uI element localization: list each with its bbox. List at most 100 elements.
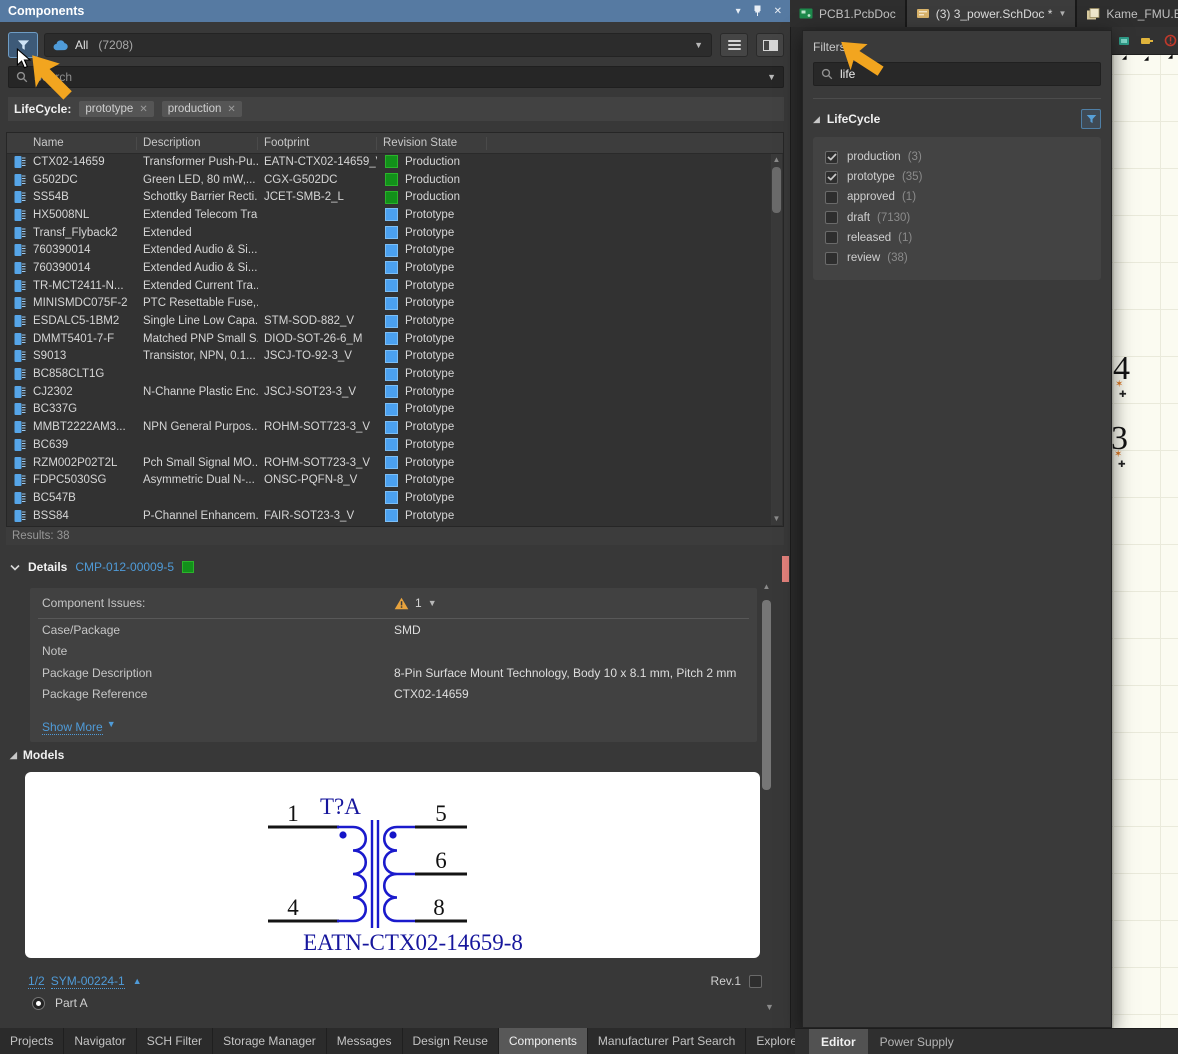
- table-row[interactable]: CTX02-14659Transformer Push-Pu...EATN-CT…: [7, 153, 771, 171]
- lifecycle-collapse-icon[interactable]: ◢: [813, 114, 820, 125]
- schematic-sheet[interactable]: 4 ✶ ✚ 3 ✶ ✚: [1112, 27, 1178, 1028]
- document-tab-pcb1-pcbdoc[interactable]: PCB1.PcbDoc: [790, 0, 907, 27]
- filters-search-input[interactable]: life: [813, 62, 1101, 86]
- component-issues-value[interactable]: 1 ▼: [394, 596, 437, 610]
- table-row[interactable]: Transf_Flyback2ExtendedPrototype: [7, 224, 771, 242]
- cell-name: MINISMDC075F-2: [27, 297, 137, 309]
- panel-tab-components[interactable]: Components: [499, 1028, 588, 1054]
- table-row[interactable]: SS54BSchottky Barrier Recti...JCET-SMB-2…: [7, 188, 771, 206]
- filter-option[interactable]: approved(1): [813, 187, 1101, 207]
- checkbox-checked-icon[interactable]: [825, 171, 838, 184]
- checkbox-checked-icon[interactable]: [825, 151, 838, 164]
- details-section-title[interactable]: Details: [28, 560, 67, 574]
- table-row[interactable]: BC547BPrototype: [7, 489, 771, 507]
- table-scrollbar[interactable]: ▲ ▼: [771, 154, 782, 525]
- panel-tab-sch-filter[interactable]: SCH Filter: [137, 1028, 213, 1054]
- list-view-button[interactable]: [720, 33, 748, 57]
- panel-menu-chevron-icon[interactable]: ▾: [736, 6, 741, 17]
- editor-tab-power-supply[interactable]: Power Supply: [868, 1029, 966, 1054]
- table-row[interactable]: BSS84P-Channel Enhancem...FAIR-SOT23-3_V…: [7, 507, 771, 525]
- tab-chevron-down-icon[interactable]: ▼: [1058, 9, 1066, 18]
- filter-toggle-button[interactable]: [8, 32, 38, 58]
- filter-option[interactable]: draft(7130): [813, 208, 1101, 228]
- table-row[interactable]: BC337GPrototype: [7, 401, 771, 419]
- scrollbar-thumb[interactable]: [772, 167, 781, 213]
- checkbox-icon[interactable]: [825, 231, 838, 244]
- panel-tab-manufacturer-part-search[interactable]: Manufacturer Part Search: [588, 1028, 746, 1054]
- revision-state-badge: [385, 244, 398, 257]
- lifecycle-filter-button[interactable]: [1081, 109, 1101, 129]
- table-row[interactable]: TR-MCT2411-N...Extended Current Tra...Pr…: [7, 277, 771, 295]
- cell-revision-state: Prototype: [405, 244, 454, 256]
- table-row[interactable]: BC858CLT1GPrototype: [7, 365, 771, 383]
- filter-option[interactable]: released(1): [813, 228, 1101, 248]
- remove-chip-icon[interactable]: ✕: [227, 104, 235, 115]
- components-search-input[interactable]: Search ▼: [8, 66, 784, 88]
- panel-tab-projects[interactable]: Projects: [0, 1028, 64, 1054]
- lifecycle-chip[interactable]: production✕: [162, 101, 242, 117]
- panel-tab-messages[interactable]: Messages: [327, 1028, 403, 1054]
- part-a-radio[interactable]: [32, 997, 45, 1010]
- filter-option[interactable]: prototype(35): [813, 167, 1101, 187]
- no-erc-tool-icon[interactable]: ◢: [1164, 34, 1177, 47]
- table-row[interactable]: BC639Prototype: [7, 436, 771, 454]
- column-header-revision-state[interactable]: Revision State: [377, 137, 487, 150]
- table-row[interactable]: MINISMDC075F-2PTC Resettable Fuse,...Pro…: [7, 295, 771, 313]
- cell-name: ESDALC5-1BM2: [27, 315, 137, 327]
- table-row[interactable]: DMMT5401-7-FMatched PNP Small S...DIOD-S…: [7, 330, 771, 348]
- panel-tab-storage-manager[interactable]: Storage Manager: [213, 1028, 327, 1054]
- filter-option[interactable]: production(3): [813, 147, 1101, 167]
- column-header-footprint[interactable]: Footprint: [258, 137, 377, 150]
- details-scroll-down-icon[interactable]: ▼: [765, 1002, 774, 1012]
- editor-tab-editor[interactable]: Editor: [809, 1029, 868, 1054]
- table-row[interactable]: FDPC5030SGAsymmetric Dual N-...ONSC-PQFN…: [7, 471, 771, 489]
- symbol-preview-card[interactable]: T?A 1 4 5 6: [25, 772, 760, 958]
- panel-pin-icon[interactable]: [753, 5, 762, 17]
- panel-tab-navigator[interactable]: Navigator: [64, 1028, 136, 1054]
- document-tab--3-3-power-schdoc-[interactable]: (3) 3_power.SchDoc *▼: [907, 0, 1078, 27]
- models-collapse-icon[interactable]: ◢: [10, 750, 17, 761]
- cell-revision-state: Prototype: [405, 209, 454, 221]
- component-item-id-link[interactable]: CMP-012-00009-5: [75, 560, 174, 574]
- table-row[interactable]: Prototype: [7, 524, 771, 526]
- revision-state-badge: [385, 385, 398, 398]
- panel-tab-design-reuse[interactable]: Design Reuse: [403, 1028, 499, 1054]
- category-dropdown[interactable]: All (7208) ▼: [44, 33, 712, 57]
- filter-option[interactable]: review(38): [813, 248, 1101, 268]
- details-collapse-chevron-icon[interactable]: [10, 564, 20, 571]
- table-row[interactable]: HX5008NLExtended Telecom Tra...Prototype: [7, 206, 771, 224]
- symbol-name-link[interactable]: SYM-00224-1: [51, 974, 125, 989]
- panel-tab-bar: ProjectsNavigatorSCH FilterStorage Manag…: [0, 1028, 795, 1054]
- scroll-down-icon[interactable]: ▼: [771, 514, 782, 524]
- details-scrollbar-thumb[interactable]: [762, 600, 771, 790]
- details-scroll-up-icon[interactable]: ▲: [762, 582, 771, 592]
- cable-label-tool-icon[interactable]: ◢: [1140, 36, 1154, 46]
- filters-search-value: life: [840, 67, 855, 81]
- document-tab-kame-fmu-bomdoc-[interactable]: Kame_FMU.BomDoc *: [1077, 0, 1178, 27]
- table-row[interactable]: 760390014Extended Audio & Si...Prototype: [7, 241, 771, 259]
- column-header-name[interactable]: Name: [27, 137, 137, 150]
- checkbox-icon[interactable]: [825, 211, 838, 224]
- search-history-chevron-icon[interactable]: ▼: [767, 72, 776, 82]
- table-row[interactable]: RZM002P02T2LPch Small Signal MO...ROHM-S…: [7, 454, 771, 472]
- table-row[interactable]: 760390014Extended Audio & Si...Prototype: [7, 259, 771, 277]
- column-header-description[interactable]: Description: [137, 137, 258, 150]
- symbol-page-link[interactable]: 1/2: [28, 974, 45, 989]
- checkbox-icon[interactable]: [825, 252, 838, 265]
- split-view-button[interactable]: [756, 33, 784, 57]
- table-row[interactable]: CJ2302N-Channe Plastic Enc...JSCJ-SOT23-…: [7, 383, 771, 401]
- revision-checkbox[interactable]: [749, 975, 762, 988]
- checkbox-icon[interactable]: [825, 191, 838, 204]
- lifecycle-chip[interactable]: prototype✕: [79, 101, 153, 117]
- scroll-up-icon[interactable]: ▲: [771, 155, 782, 165]
- remove-chip-icon[interactable]: ✕: [139, 104, 147, 115]
- panel-close-icon[interactable]: ✕: [774, 6, 782, 17]
- details-scrollbar[interactable]: ▲: [762, 590, 771, 1010]
- table-row[interactable]: ESDALC5-1BM2Single Line Low Capa...STM-S…: [7, 312, 771, 330]
- pager-collapse-icon[interactable]: ▲: [133, 976, 142, 986]
- show-more-link[interactable]: Show More: [42, 720, 103, 735]
- net-color-tool-icon[interactable]: ◢: [1118, 35, 1130, 47]
- table-row[interactable]: S9013Transistor, NPN, 0.1...JSCJ-TO-92-3…: [7, 348, 771, 366]
- table-row[interactable]: G502DCGreen LED, 80 mW,...CGX-G502DCProd…: [7, 171, 771, 189]
- table-row[interactable]: MMBT2222AM3...NPN General Purpos...ROHM-…: [7, 418, 771, 436]
